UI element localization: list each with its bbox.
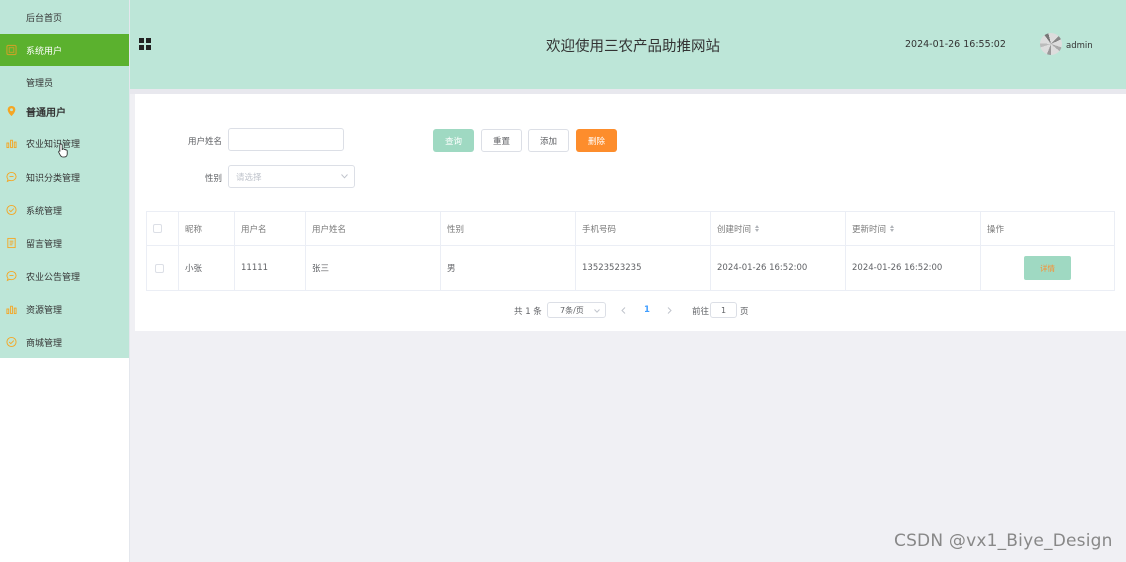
column-header[interactable]: 手机号码 bbox=[576, 212, 711, 245]
column-header[interactable]: 昵称 bbox=[179, 212, 235, 245]
pagination-total: 共 1 条 bbox=[514, 307, 542, 317]
bar-chart-icon bbox=[6, 304, 17, 315]
cell-actions: 详情 bbox=[981, 246, 1114, 290]
goto-page-value: 1 bbox=[720, 305, 727, 315]
watermark: CSDN @vx1_Biye_Design bbox=[894, 531, 1113, 551]
header-checkbox-cell bbox=[147, 212, 179, 245]
location-pin-icon bbox=[6, 105, 17, 117]
column-header[interactable]: 性别 bbox=[441, 212, 576, 245]
detail-button[interactable]: 详情 bbox=[1024, 256, 1071, 280]
page-size-value: 7条/页 bbox=[560, 305, 584, 315]
cell-created: 2024-01-26 16:52:00 bbox=[711, 246, 846, 290]
delete-button[interactable]: 删除 bbox=[576, 129, 617, 152]
content-panel: 用户姓名 查询 重置 添加 删除 性别 请选择 昵称 用户名 用户姓名 性别 手… bbox=[135, 94, 1126, 331]
table-row: 小张 11111 张三 男 13523523235 2024-01-26 16:… bbox=[147, 246, 1114, 290]
document-icon bbox=[6, 237, 17, 249]
name-input[interactable] bbox=[228, 128, 344, 151]
bar-chart-icon bbox=[6, 138, 17, 149]
row-checkbox[interactable] bbox=[155, 263, 164, 273]
page-size-select[interactable]: 7条/页 bbox=[547, 302, 606, 318]
column-header-label: 创建时间 bbox=[717, 224, 752, 235]
sidebar-item-label: 商城管理 bbox=[26, 338, 63, 349]
sidebar-item-shop[interactable]: 商城管理 bbox=[0, 326, 129, 358]
column-header-created[interactable]: 创建时间 bbox=[711, 212, 846, 245]
sort-icon[interactable] bbox=[755, 225, 760, 232]
sidebar-item-knowledge-category[interactable]: 知识分类管理 bbox=[0, 161, 129, 193]
header-datetime: 2024-01-26 16:55:02 bbox=[905, 39, 1006, 50]
sidebar: 后台首页 系统用户 管理员 普通用户 农业知识管理 知识分类管理 系统管理 留言… bbox=[0, 0, 130, 562]
hand-cursor-icon bbox=[58, 143, 68, 158]
grid-menu-icon[interactable] bbox=[139, 38, 151, 50]
table-header-row: 昵称 用户名 用户姓名 性别 手机号码 创建时间 更新时间 操作 bbox=[147, 212, 1114, 246]
gender-placeholder: 请选择 bbox=[236, 172, 262, 183]
sidebar-item-label: 系统管理 bbox=[26, 206, 63, 217]
page-title: 欢迎使用三农产品助推网站 bbox=[546, 39, 720, 55]
sidebar-item-announcements[interactable]: 农业公告管理 bbox=[0, 260, 129, 292]
sidebar-item-label: 知识分类管理 bbox=[26, 173, 81, 184]
column-header[interactable]: 用户名 bbox=[235, 212, 306, 245]
sidebar-item-label: 留言管理 bbox=[26, 239, 63, 250]
current-page[interactable]: 1 bbox=[644, 305, 650, 315]
column-header: 操作 bbox=[987, 224, 1005, 235]
users-table: 昵称 用户名 用户姓名 性别 手机号码 创建时间 更新时间 操作 小张 1111… bbox=[146, 211, 1115, 291]
check-circle-icon bbox=[6, 336, 17, 348]
cell-nickname: 小张 bbox=[179, 246, 235, 290]
cell-username: 11111 bbox=[235, 246, 306, 290]
page-suffix: 页 bbox=[740, 307, 749, 317]
sort-icon[interactable] bbox=[890, 225, 895, 232]
top-header: 欢迎使用三农产品助推网站 2024-01-26 16:55:02 admin bbox=[130, 0, 1126, 89]
select-all-checkbox[interactable] bbox=[153, 224, 162, 233]
chat-bubble-icon bbox=[6, 171, 17, 183]
sidebar-item-label: 后台首页 bbox=[26, 13, 63, 24]
chat-bubble-icon bbox=[6, 270, 17, 282]
gender-label: 性别 bbox=[205, 174, 223, 184]
sidebar-item-resources[interactable]: 资源管理 bbox=[0, 293, 129, 325]
query-button[interactable]: 查询 bbox=[433, 129, 474, 152]
sidebar-item-label: 普通用户 bbox=[26, 107, 66, 119]
cell-gender: 男 bbox=[441, 246, 576, 290]
sidebar-item-label: 农业知识管理 bbox=[26, 139, 81, 150]
sidebar-item-label: 系统用户 bbox=[26, 46, 63, 57]
cell-phone: 13523523235 bbox=[576, 246, 711, 290]
sidebar-item-home[interactable]: 后台首页 bbox=[0, 1, 129, 33]
chevron-down-icon bbox=[594, 309, 600, 313]
sidebar-item-normal-users[interactable]: 普通用户 bbox=[0, 95, 129, 127]
column-header[interactable]: 用户姓名 bbox=[306, 212, 441, 245]
column-header-label: 更新时间 bbox=[852, 224, 887, 235]
chevron-down-icon bbox=[341, 174, 348, 179]
prev-page-icon[interactable] bbox=[621, 307, 626, 314]
check-circle-icon bbox=[6, 204, 17, 216]
column-header-updated[interactable]: 更新时间 bbox=[846, 212, 981, 245]
avatar[interactable] bbox=[1040, 33, 1062, 55]
goto-label: 前往 bbox=[692, 307, 710, 317]
sidebar-item-label: 农业公告管理 bbox=[26, 272, 81, 283]
next-page-icon[interactable] bbox=[667, 307, 672, 314]
username-label[interactable]: admin bbox=[1066, 41, 1093, 51]
sidebar-item-system-manage[interactable]: 系统管理 bbox=[0, 194, 129, 226]
cell-realname: 张三 bbox=[306, 246, 441, 290]
sidebar-item-label: 资源管理 bbox=[26, 305, 63, 316]
gender-select[interactable]: 请选择 bbox=[228, 165, 355, 188]
row-checkbox-cell bbox=[147, 246, 179, 290]
sidebar-item-label: 管理员 bbox=[26, 78, 54, 89]
grid-icon bbox=[6, 44, 17, 56]
reset-button[interactable]: 重置 bbox=[481, 129, 522, 152]
add-button[interactable]: 添加 bbox=[528, 129, 569, 152]
cell-updated: 2024-01-26 16:52:00 bbox=[846, 246, 981, 290]
sidebar-item-admin[interactable]: 管理员 bbox=[0, 66, 129, 98]
sidebar-menu: 后台首页 系统用户 管理员 普通用户 农业知识管理 知识分类管理 系统管理 留言… bbox=[0, 0, 129, 358]
sidebar-item-messages[interactable]: 留言管理 bbox=[0, 227, 129, 259]
sidebar-item-system-users[interactable]: 系统用户 bbox=[0, 34, 129, 66]
name-label: 用户姓名 bbox=[188, 137, 223, 147]
goto-page-input[interactable]: 1 bbox=[710, 302, 737, 318]
